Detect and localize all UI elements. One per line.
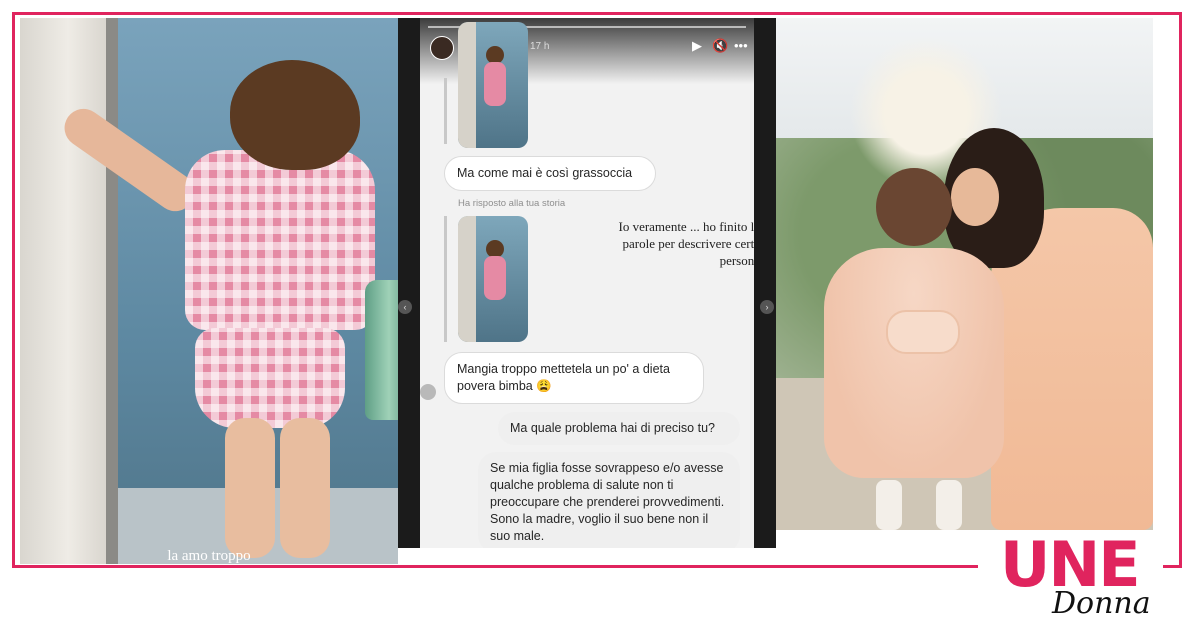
story-content: valliludovica 17 h ▶ 🔇 ••• Ma come mai è… [420,18,754,548]
dress-bow [886,310,960,354]
child-shirt [185,150,375,330]
photo-caption: la amo troppo [167,548,251,564]
story-thumbnail[interactable] [458,216,528,342]
child-leg [280,418,330,558]
child-hair [230,60,360,170]
post-time: 17 h [530,41,550,52]
child-dress [824,248,1004,478]
avatar [420,384,436,400]
message-bubble: Ma come mai è così grassoccia [444,156,656,191]
child-legs [866,473,976,530]
door-edge [106,18,118,564]
chevron-left-icon[interactable]: ‹ [398,300,412,314]
mother-face [951,168,999,226]
message-bubble: Mangia troppo mettetela un po' a dieta p… [444,352,704,404]
reply-bar [444,78,447,144]
play-icon[interactable]: ▶ [692,38,702,54]
right-photo [776,18,1153,530]
logo-donna: Donna [1052,586,1151,621]
message-bubble: Se mia figlia fosse sovrappeso e/o avess… [478,452,740,548]
more-icon[interactable]: ••• [734,38,748,53]
chevron-right-icon[interactable]: › [760,300,774,314]
water-bottle [365,280,398,420]
child-leg [225,418,275,558]
reply-bar [444,216,447,342]
child-shorts [195,328,345,428]
mute-icon[interactable]: 🔇 [712,38,728,54]
brand-logo: UNE Donna [1000,534,1170,626]
story-text: Io veramente ... ho finito le parole per… [618,219,754,268]
reply-note: Ha risposto alla tua storia [458,198,566,209]
left-photo: la amo troppo [20,18,398,564]
story-screenshot: valliludovica 17 h ▶ 🔇 ••• Ma come mai è… [398,18,776,548]
story-thumbnail[interactable] [458,22,528,148]
child-hair [876,168,952,246]
avatar[interactable] [430,36,454,60]
message-bubble: Ma quale problema hai di preciso tu? [498,412,740,445]
